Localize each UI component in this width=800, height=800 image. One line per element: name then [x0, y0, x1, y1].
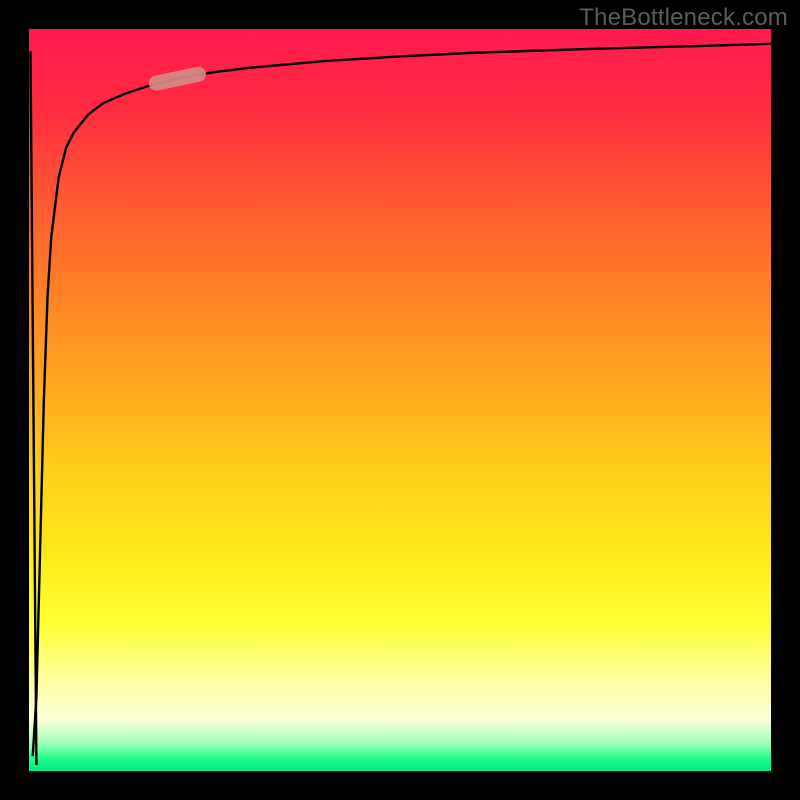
chart-svg	[29, 29, 771, 771]
chart-root: TheBottleneck.com	[0, 0, 800, 800]
descent-line	[30, 51, 36, 765]
curve-marker	[147, 65, 207, 92]
curve-line	[33, 44, 771, 756]
watermark-text: TheBottleneck.com	[579, 4, 788, 32]
